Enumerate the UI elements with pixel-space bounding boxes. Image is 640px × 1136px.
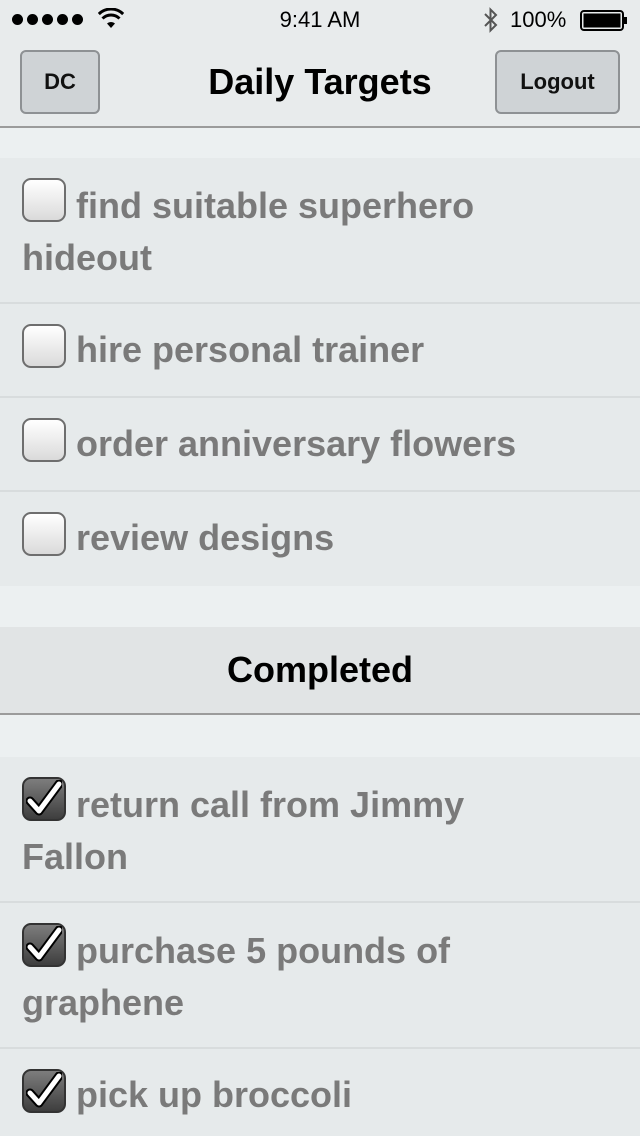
task-row[interactable]: return call from Jimmy Fallon xyxy=(0,757,640,903)
task-row[interactable]: find suitable superhero hideout xyxy=(0,158,640,304)
completed-task-list: return call from Jimmy Fallon purchase 5 … xyxy=(0,757,640,1136)
page-title: Daily Targets xyxy=(208,61,432,102)
navigation-bar: DC Daily Targets Logout xyxy=(0,40,640,128)
logout-button[interactable]: Logout xyxy=(495,50,620,114)
bluetooth-icon xyxy=(484,7,498,33)
task-row[interactable]: order anniversary flowers xyxy=(0,398,640,492)
battery-percentage: 100% xyxy=(510,7,567,32)
task-row[interactable]: purchase 5 pounds of graphene xyxy=(0,903,640,1049)
pending-task-list: find suitable superhero hideout hire pers… xyxy=(0,158,640,586)
battery-icon xyxy=(580,10,627,31)
screen: 9:41 AM 100% DC Daily Targets Logout fin… xyxy=(0,0,640,1136)
task-label: find suitable superhero hideout xyxy=(22,185,475,278)
task-label: purchase 5 pounds of graphene xyxy=(22,930,451,1023)
dc-button[interactable]: DC xyxy=(20,50,100,114)
task-label: order anniversary flowers xyxy=(76,423,517,464)
task-label: pick up broccoli xyxy=(76,1074,353,1115)
completed-section-header: Completed xyxy=(0,627,640,715)
task-label: hire personal trainer xyxy=(76,329,425,370)
task-label: review designs xyxy=(76,517,335,558)
task-row[interactable]: review designs xyxy=(0,492,640,586)
task-label: return call from Jimmy Fallon xyxy=(22,784,465,877)
status-bar: 9:41 AM 100% xyxy=(0,0,640,40)
task-row[interactable]: pick up broccoli xyxy=(0,1049,640,1136)
task-row[interactable]: hire personal trainer xyxy=(0,304,640,398)
